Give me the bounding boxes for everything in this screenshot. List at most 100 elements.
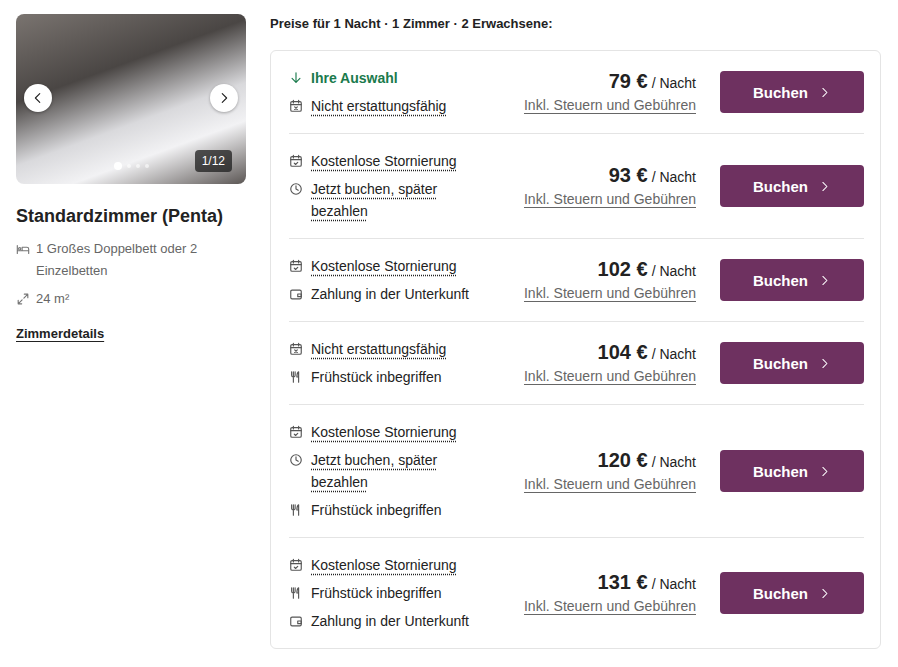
feature-text[interactable]: Kostenlose Stornierung: [311, 255, 457, 277]
book-button[interactable]: Buchen: [720, 450, 864, 492]
book-button-label: Buchen: [753, 585, 808, 602]
taxes-note[interactable]: Inkl. Steuern und Gebühren: [524, 191, 696, 207]
price-amount: 120 €: [598, 449, 648, 471]
book-button[interactable]: Buchen: [720, 71, 864, 113]
calendar-x-icon: [289, 99, 303, 113]
bed-text: 1 Großes Doppelbett oder 2 Einzelbetten: [36, 238, 246, 282]
feature-text: Zahlung in der Unterkunft: [311, 283, 469, 305]
taxes-note[interactable]: Inkl. Steuern und Gebühren: [524, 285, 696, 301]
book-button[interactable]: Buchen: [720, 572, 864, 614]
offer-features: Kostenlose Stornierung Jetzt buchen, spät…: [289, 150, 500, 222]
feature-text[interactable]: Jetzt buchen, später bezahlen: [311, 178, 486, 222]
offer-features: Nicht erstattungsfähig Frühstück inbegrif…: [289, 338, 500, 388]
chevron-right-icon: [818, 357, 831, 370]
photo-dot[interactable]: [114, 162, 122, 170]
size-info: 24 m²: [16, 288, 246, 310]
clock-icon: [289, 453, 303, 467]
feature-text: Frühstück inbegriffen: [311, 366, 441, 388]
book-button-label: Buchen: [753, 272, 808, 289]
calendar-icon: [289, 154, 303, 168]
bed-icon: [16, 242, 30, 256]
offer-feature: Frühstück inbegriffen: [289, 582, 500, 604]
photo-dot[interactable]: [127, 164, 131, 168]
price-unit: / Nacht: [652, 576, 696, 592]
book-button[interactable]: Buchen: [720, 342, 864, 384]
offer-feature: Kostenlose Stornierung: [289, 255, 500, 277]
price-amount: 131 €: [598, 571, 648, 593]
chevron-right-icon: [217, 91, 231, 105]
fork-knife-icon: [289, 370, 303, 384]
offer-feature: Nicht erstattungsfähig: [289, 338, 500, 360]
selection-label: Ihre Auswahl: [289, 67, 500, 89]
next-photo-button[interactable]: [210, 84, 238, 112]
photo-dot[interactable]: [136, 164, 140, 168]
room-title: Standardzimmer (Penta): [16, 204, 246, 228]
offer-row[interactable]: Kostenlose Stornierung Zahlung in der Unt…: [289, 239, 864, 322]
room-details-link[interactable]: Zimmerdetails: [16, 326, 104, 341]
calendar-x-icon: [289, 342, 303, 356]
taxes-note[interactable]: Inkl. Steuern und Gebühren: [524, 598, 696, 614]
photo-dot[interactable]: [145, 164, 149, 168]
book-button-label: Buchen: [753, 84, 808, 101]
chevron-left-icon: [31, 91, 45, 105]
price-header: Preise für 1 Nacht · 1 Zimmer · 2 Erwach…: [270, 14, 881, 34]
chevron-right-icon: [818, 86, 831, 99]
offers-panel: Preise für 1 Nacht · 1 Zimmer · 2 Erwach…: [270, 14, 881, 649]
price-amount: 79 €: [609, 70, 648, 92]
price-amount: 104 €: [598, 341, 648, 363]
book-button[interactable]: Buchen: [720, 165, 864, 207]
offer-price: 104 €/ Nacht Inkl. Steuern und Gebühren: [524, 341, 696, 385]
taxes-note[interactable]: Inkl. Steuern und Gebühren: [524, 476, 696, 492]
offer-feature: Zahlung in der Unterkunft: [289, 283, 500, 305]
wallet-icon: [289, 614, 303, 628]
taxes-note[interactable]: Inkl. Steuern und Gebühren: [524, 368, 696, 384]
offer-feature: Jetzt buchen, später bezahlen: [289, 449, 500, 493]
offer-features: Kostenlose Stornierung Jetzt buchen, spät…: [289, 421, 500, 521]
feature-text: Frühstück inbegriffen: [311, 499, 441, 521]
feature-text: Frühstück inbegriffen: [311, 582, 441, 604]
offer-row[interactable]: Ihre AuswahlNicht erstattungsfähig79 €/ …: [289, 51, 864, 134]
fork-knife-icon: [289, 503, 303, 517]
offer-features: Kostenlose Stornierung Zahlung in der Unt…: [289, 255, 500, 305]
price-line: 102 €/ Nacht: [524, 258, 696, 281]
room-panel: 1/12 Standardzimmer (Penta) 1 Großes Doppe…: [16, 14, 246, 649]
clock-icon: [289, 182, 303, 196]
book-button-label: Buchen: [753, 178, 808, 195]
offer-row[interactable]: Kostenlose Stornierung Jetzt buchen, spät…: [289, 405, 864, 538]
offer-feature: Kostenlose Stornierung: [289, 421, 500, 443]
feature-text[interactable]: Kostenlose Stornierung: [311, 150, 457, 172]
taxes-note[interactable]: Inkl. Steuern und Gebühren: [524, 97, 696, 113]
selection-text: Ihre Auswahl: [311, 67, 398, 89]
offer-price: 131 €/ Nacht Inkl. Steuern und Gebühren: [524, 571, 696, 615]
price-line: 104 €/ Nacht: [524, 341, 696, 364]
price-amount: 93 €: [609, 164, 648, 186]
chevron-right-icon: [818, 180, 831, 193]
feature-text[interactable]: Jetzt buchen, später bezahlen: [311, 449, 486, 493]
price-line: 120 €/ Nacht: [524, 449, 696, 472]
arrow-down-icon: [289, 71, 303, 85]
chevron-right-icon: [818, 274, 831, 287]
feature-text[interactable]: Kostenlose Stornierung: [311, 554, 457, 576]
room-photo[interactable]: 1/12: [16, 14, 246, 184]
feature-text[interactable]: Nicht erstattungsfähig: [311, 338, 446, 360]
offer-feature: Jetzt buchen, später bezahlen: [289, 178, 500, 222]
feature-text[interactable]: Nicht erstattungsfähig: [311, 95, 446, 117]
chevron-right-icon: [818, 465, 831, 478]
feature-text[interactable]: Kostenlose Stornierung: [311, 421, 457, 443]
offer-feature: Frühstück inbegriffen: [289, 366, 500, 388]
resize-icon: [16, 292, 30, 306]
book-button[interactable]: Buchen: [720, 259, 864, 301]
book-button-label: Buchen: [753, 355, 808, 372]
chevron-right-icon: [818, 587, 831, 600]
calendar-icon: [289, 558, 303, 572]
offer-features: Kostenlose Stornierung Frühstück inbegrif…: [289, 554, 500, 632]
offer-row[interactable]: Kostenlose Stornierung Frühstück inbegrif…: [289, 538, 864, 648]
offer-feature: Kostenlose Stornierung: [289, 150, 500, 172]
page: 1/12 Standardzimmer (Penta) 1 Großes Doppe…: [0, 0, 898, 649]
offer-row[interactable]: Kostenlose Stornierung Jetzt buchen, spät…: [289, 134, 864, 239]
offer-row[interactable]: Nicht erstattungsfähig Frühstück inbegrif…: [289, 322, 864, 405]
size-text: 24 m²: [36, 288, 69, 310]
previous-photo-button[interactable]: [24, 84, 52, 112]
price-line: 131 €/ Nacht: [524, 571, 696, 594]
book-button-label: Buchen: [753, 463, 808, 480]
